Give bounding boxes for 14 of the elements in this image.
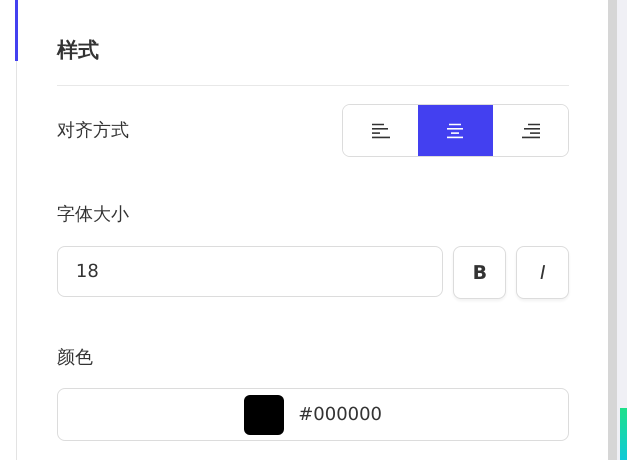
accent-bar xyxy=(14,0,18,61)
align-button[interactable] xyxy=(418,105,494,156)
field-label: 颜色 xyxy=(56,346,94,370)
align-left-icon xyxy=(370,122,392,138)
font-size-input[interactable]: 18 xyxy=(56,246,444,297)
field-label: 字体大小 xyxy=(56,203,130,227)
scrollbar[interactable] xyxy=(608,0,617,460)
gradient-bar xyxy=(620,408,627,460)
italic-button[interactable]: I xyxy=(516,246,570,299)
bold-button[interactable]: B xyxy=(453,246,506,299)
section-title: 样式 xyxy=(56,37,100,64)
color-field[interactable]: #000000 xyxy=(56,388,570,441)
field-label: 对齐方式 xyxy=(56,118,129,142)
align-right-icon xyxy=(520,122,542,138)
